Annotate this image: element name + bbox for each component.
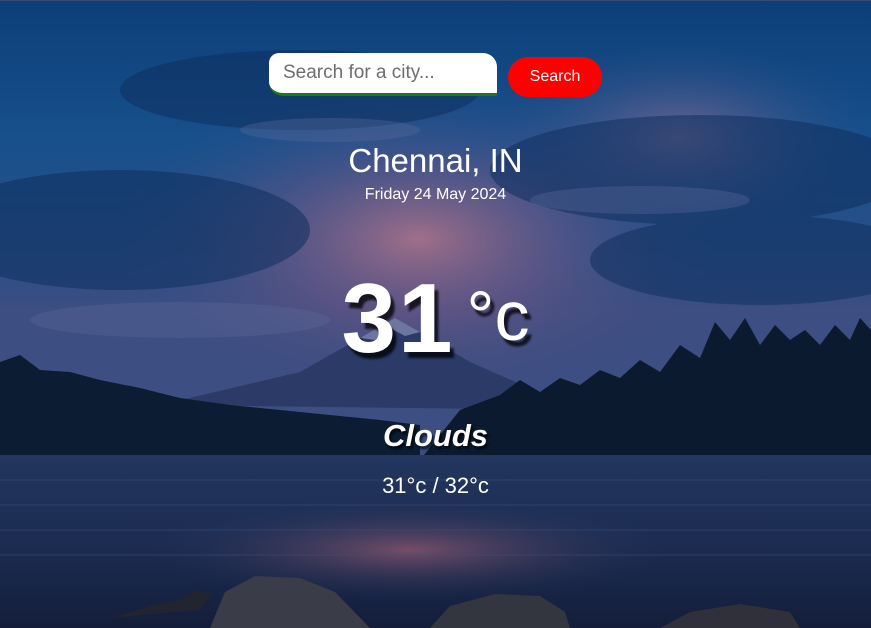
search-bar: Search <box>269 53 609 101</box>
current-temperature: 31 °c <box>0 262 871 375</box>
city-name: Chennai, IN <box>348 142 523 179</box>
current-date: Friday 24 May 2024 <box>364 186 507 203</box>
search-button[interactable]: Search <box>508 57 602 97</box>
weather-condition: Clouds <box>382 418 489 453</box>
temperature-range: 31°c / 32°c <box>382 473 489 498</box>
search-input[interactable] <box>269 53 497 96</box>
temperature-value: 31 <box>341 263 455 373</box>
temperature-unit: °c <box>466 277 530 355</box>
window-top-border <box>0 0 871 1</box>
